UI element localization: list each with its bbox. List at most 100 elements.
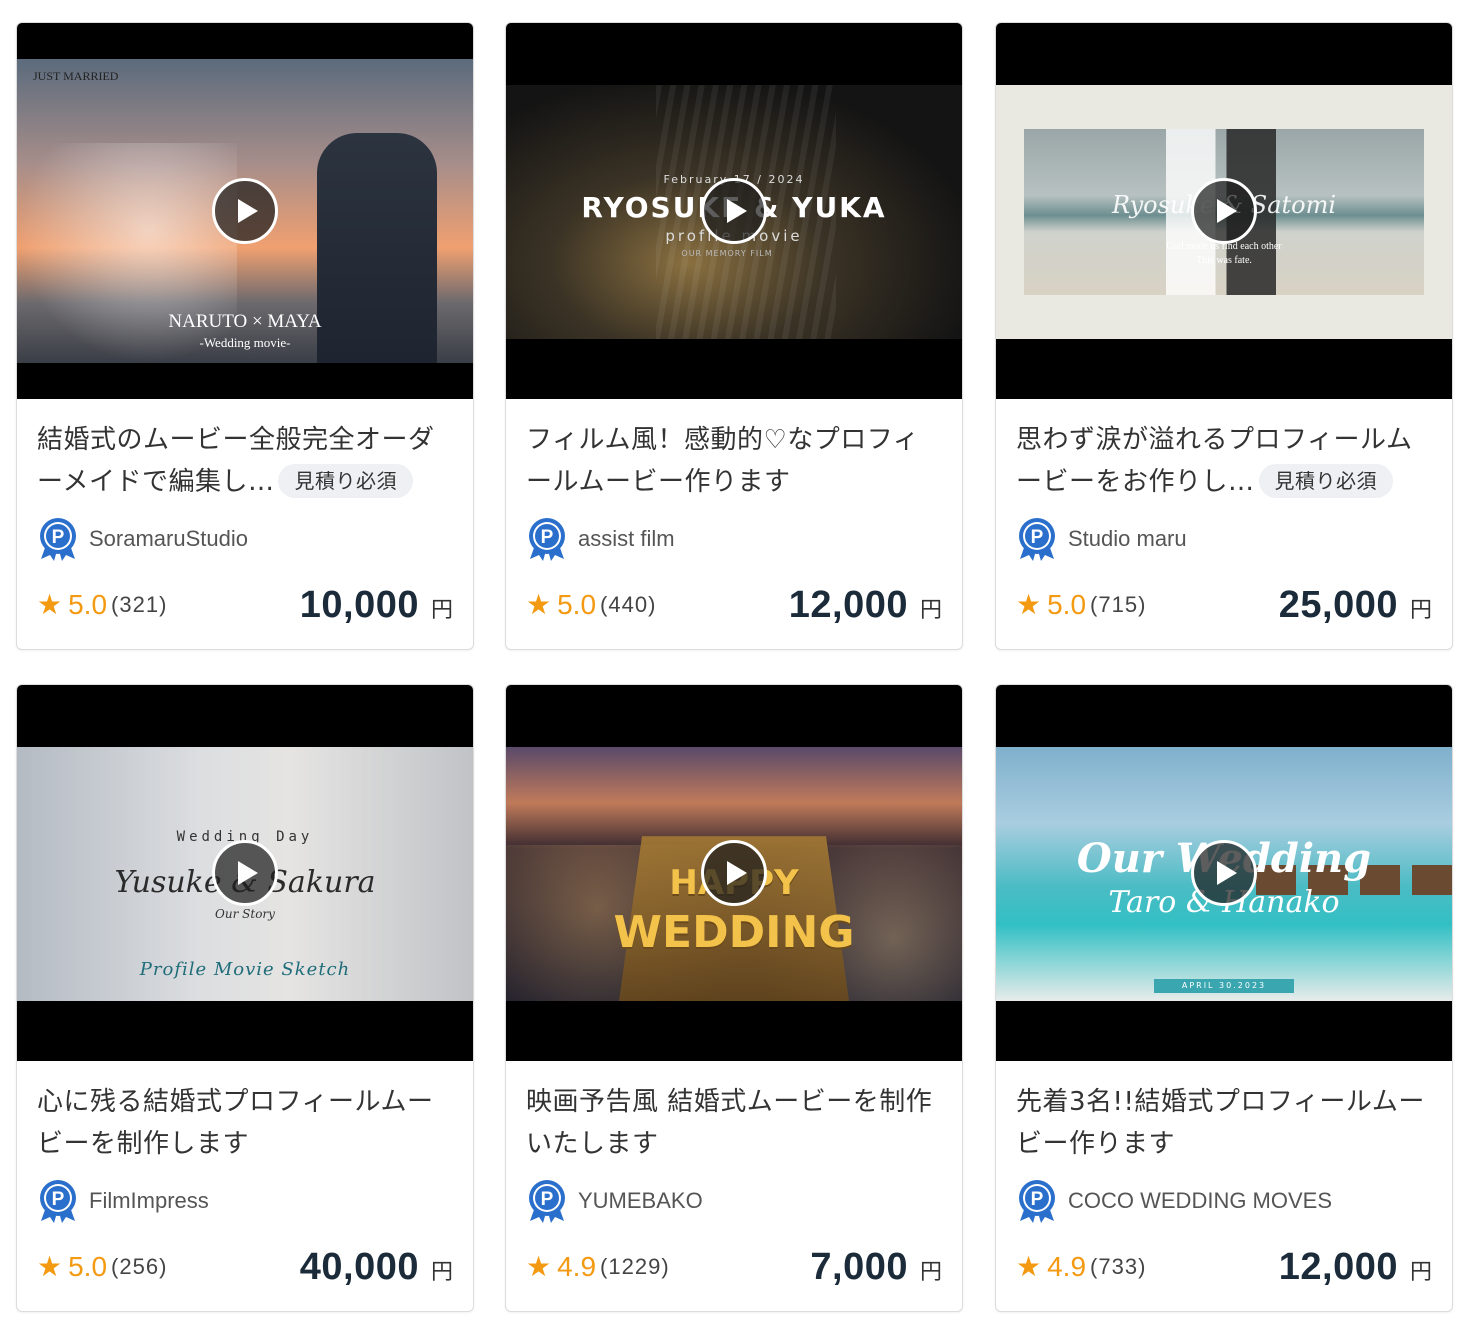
review-count: (440)	[600, 592, 657, 617]
price-amount: 12,000	[1278, 1245, 1398, 1288]
price-currency: 円	[430, 1259, 453, 1285]
play-button[interactable]	[701, 840, 767, 906]
product-card[interactable]: JUST MARRIED NARUTO × MAYA -Wedding movi…	[16, 22, 474, 650]
price: 12,000 円	[1279, 1246, 1432, 1289]
review-count: (1229)	[600, 1254, 670, 1279]
play-icon	[1216, 861, 1237, 885]
product-card[interactable]: February 17 / 2024 RYOSUKE & YUKA profil…	[505, 22, 963, 650]
play-icon	[237, 861, 258, 885]
rating: ★ 5.0 (715)	[1016, 589, 1146, 621]
svg-text:P: P	[1031, 527, 1044, 548]
rating-score: 5.0	[1047, 589, 1087, 620]
seller-name: COCO WEDDING MOVES	[1068, 1188, 1333, 1213]
play-icon	[726, 861, 747, 885]
quote-required-badge: 見積り必須	[1258, 464, 1394, 498]
rating-score: 5.0	[557, 589, 597, 620]
product-title[interactable]: 思わず涙が溢れるプロフィールムービーをお作りし… 見積り必須	[1016, 419, 1432, 503]
thumbnail-caption-sub2: This was fate.	[1196, 255, 1252, 266]
seller[interactable]: P YUMEBAKO	[526, 1179, 703, 1223]
price-currency: 円	[1409, 597, 1432, 623]
seller[interactable]: P COCO WEDDING MOVES	[1016, 1179, 1332, 1223]
play-button[interactable]	[701, 178, 767, 244]
quote-required-badge: 見積り必須	[278, 464, 413, 498]
price: 25,000 円	[1279, 584, 1432, 627]
star-icon: ★	[37, 1250, 63, 1283]
thumbnail-caption-top: JUST MARRIED	[33, 69, 119, 83]
product-title[interactable]: フィルム風！感動的♡なプロフィールムービー作ります	[526, 419, 942, 503]
seller[interactable]: P FilmImpress	[37, 1179, 209, 1223]
seller[interactable]: P Studio maru	[1016, 517, 1187, 561]
price-amount: 25,000	[1278, 583, 1398, 626]
rating: ★ 5.0 (440)	[526, 589, 656, 621]
product-title[interactable]: 映画予告風 結婚式ムービーを制作いたします	[526, 1081, 942, 1165]
price: 10,000 円	[300, 584, 453, 627]
star-icon: ★	[1016, 588, 1042, 621]
product-title[interactable]: 心に残る結婚式プロフィールムービーを制作します	[37, 1081, 453, 1165]
seller-name: Studio maru	[1068, 526, 1187, 551]
video-thumbnail[interactable]: Wedding Day Yusuke & Sakura Our Story Pr…	[17, 685, 473, 1061]
video-thumbnail[interactable]: Ryosuke & Satomi God made us find each o…	[996, 23, 1452, 399]
price-amount: 7,000	[810, 1245, 908, 1288]
price-currency: 円	[919, 1259, 942, 1285]
review-count: (321)	[111, 592, 168, 617]
video-thumbnail[interactable]: Our Wedding Taro & Hanako APRIL 30.2023	[996, 685, 1452, 1061]
rating: ★ 5.0 (321)	[37, 589, 167, 621]
review-count: (715)	[1090, 592, 1147, 617]
seller-name: SoramaruStudio	[89, 526, 248, 551]
star-icon: ★	[1016, 1250, 1042, 1283]
rating-score: 5.0	[68, 1251, 108, 1282]
price-amount: 10,000	[299, 583, 419, 626]
pro-seller-badge-icon: P	[1019, 1180, 1055, 1223]
play-button[interactable]	[212, 178, 278, 244]
pro-seller-badge-icon: P	[529, 1180, 565, 1223]
thumbnail-caption-names: NARUTO × MAYA	[168, 311, 322, 332]
svg-text:P: P	[541, 1189, 554, 1210]
svg-text:P: P	[1031, 1189, 1044, 1210]
product-card[interactable]: Ryosuke & Satomi God made us find each o…	[995, 22, 1453, 650]
seller-name: assist film	[578, 526, 675, 551]
star-icon: ★	[526, 1250, 552, 1283]
rating: ★ 4.9 (733)	[1016, 1251, 1146, 1283]
star-icon: ★	[37, 588, 63, 621]
product-title-text: フィルム風！感動的♡なプロフィールムービー作ります	[526, 425, 920, 497]
video-thumbnail[interactable]: HAPPY WEDDING	[506, 685, 962, 1061]
video-thumbnail[interactable]: JUST MARRIED NARUTO × MAYA -Wedding movi…	[17, 23, 473, 399]
thumbnail-caption-main: WEDDING	[613, 907, 855, 958]
play-button[interactable]	[1191, 178, 1257, 244]
product-title-text: 心に残る結婚式プロフィールムービーを制作します	[37, 1087, 434, 1159]
product-card[interactable]: HAPPY WEDDING 映画予告風 結婚式ムービーを制作いたします P YU…	[505, 684, 963, 1312]
thumbnail-caption-foot: Profile Movie Sketch	[139, 959, 351, 980]
seller[interactable]: P assist film	[526, 517, 675, 561]
product-card[interactable]: Our Wedding Taro & Hanako APRIL 30.2023 …	[995, 684, 1453, 1312]
rating: ★ 4.9 (1229)	[526, 1251, 670, 1283]
price: 40,000 円	[300, 1246, 453, 1289]
play-button[interactable]	[212, 840, 278, 906]
review-count: (256)	[111, 1254, 168, 1279]
product-card[interactable]: Wedding Day Yusuke & Sakura Our Story Pr…	[16, 684, 474, 1312]
thumbnail-caption-foot: OUR MEMORY FILM	[681, 249, 773, 258]
product-grid: JUST MARRIED NARUTO × MAYA -Wedding movi…	[0, 0, 1471, 1326]
price: 7,000 円	[810, 1246, 942, 1289]
thumbnail-date-banner: APRIL 30.2023	[1154, 979, 1294, 993]
svg-text:P: P	[541, 527, 554, 548]
rating-score: 4.9	[557, 1251, 597, 1282]
seller[interactable]: P SoramaruStudio	[37, 517, 248, 561]
thumbnail-caption-sub: -Wedding movie-	[199, 335, 291, 350]
svg-text:P: P	[52, 1189, 65, 1210]
rating-score: 5.0	[68, 589, 108, 620]
play-button[interactable]	[1191, 840, 1257, 906]
price-currency: 円	[430, 597, 453, 623]
pro-seller-badge-icon: P	[40, 1180, 76, 1223]
rating-score: 4.9	[1047, 1251, 1087, 1282]
product-title[interactable]: 結婚式のムービー全般完全オーダーメイドで編集し… 見積り必須	[37, 419, 453, 503]
seller-name: FilmImpress	[89, 1188, 209, 1213]
rating: ★ 5.0 (256)	[37, 1251, 167, 1283]
price-amount: 12,000	[788, 583, 908, 626]
play-icon	[726, 199, 747, 223]
price-amount: 40,000	[299, 1245, 419, 1288]
star-icon: ★	[526, 588, 552, 621]
thumbnail-caption-sub: Our Story	[215, 907, 275, 921]
product-title[interactable]: 先着3名!!結婚式プロフィールムービー作ります	[1016, 1081, 1432, 1165]
svg-text:P: P	[52, 527, 65, 548]
video-thumbnail[interactable]: February 17 / 2024 RYOSUKE & YUKA profil…	[506, 23, 962, 399]
